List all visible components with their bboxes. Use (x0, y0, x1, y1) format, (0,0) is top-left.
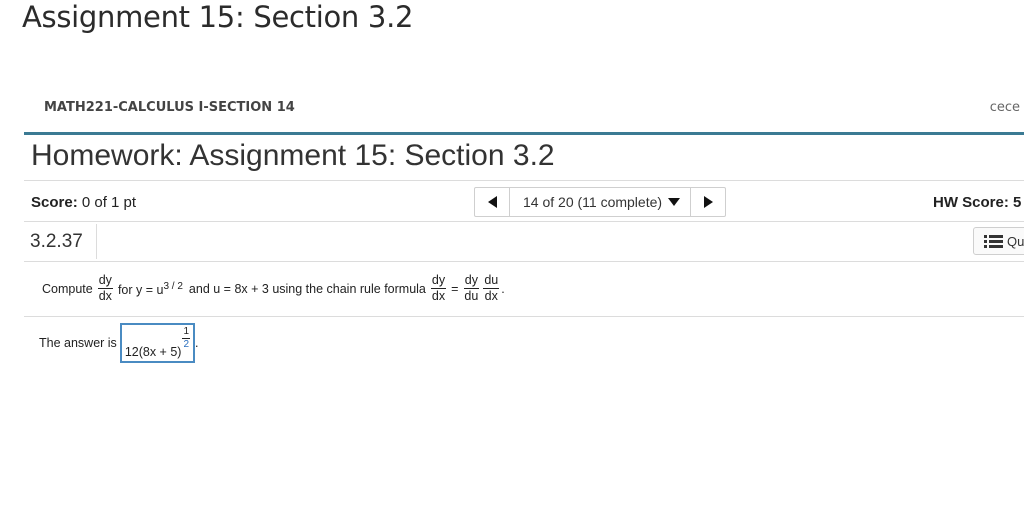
score-label: Score: (31, 194, 78, 211)
answer-expression: 12(8x + 5) (124, 345, 182, 359)
user-name[interactable]: cece (990, 100, 1020, 115)
formula-dy-dx: dy dx (430, 273, 447, 304)
divider (24, 316, 1024, 317)
question-selector-dropdown[interactable]: 14 of 20 (11 complete) (509, 188, 692, 216)
answer-period: . (195, 336, 199, 350)
list-icon (984, 234, 1003, 248)
divider (24, 180, 1024, 181)
exponent-numerator: 1 (182, 326, 191, 339)
triangle-right-icon (703, 196, 713, 208)
frac-numerator: dy (97, 273, 113, 290)
problem-statement: Compute dy dx for y = u3 / 2 and u = 8x … (39, 273, 505, 304)
problem-period: . (501, 281, 505, 296)
hw-score: HW Score: 5 (933, 194, 1022, 211)
frac-denominator: dx (484, 289, 498, 304)
triangle-left-icon (487, 196, 497, 208)
assignment-title: Assignment 15: Section 3.2 (22, 0, 414, 34)
problem-function-y: for y = u3 / 2 (118, 281, 183, 297)
question-number-box: 3.2.37 (24, 224, 97, 259)
answer-row: The answer is 12(8x + 5) 1 2 . (39, 323, 199, 363)
problem-for-y: for y = u (117, 282, 164, 297)
problem-compute: Compute (42, 281, 93, 296)
answer-exponent: 1 2 (182, 326, 191, 350)
homework-title: Homework: Assignment 15: Section 3.2 (31, 139, 555, 172)
frac-numerator: du (483, 273, 500, 290)
answer-input[interactable]: 12(8x + 5) 1 2 (119, 323, 196, 363)
next-question-button[interactable] (691, 188, 725, 216)
previous-question-button[interactable] (475, 188, 509, 216)
frac-denominator: du (464, 289, 479, 304)
question-number: 3.2.37 (30, 231, 83, 252)
problem-function-u: and u = 8x + 3 using the chain rule form… (188, 281, 426, 296)
exponent-y: 3 / 2 (163, 280, 183, 292)
score-value: 0 of 1 pt (81, 194, 137, 211)
header-divider (24, 132, 1024, 135)
exponent-denominator: 2 (183, 339, 190, 350)
frac-denominator: dx (98, 289, 112, 304)
derivative-dy-dx: dy dx (97, 273, 113, 304)
course-name: MATH221-CALCULUS I-SECTION 14 (44, 100, 295, 115)
question-navigator: 14 of 20 (11 complete) (474, 187, 727, 217)
question-list-label: Qu (1007, 233, 1024, 249)
formula-du-dx: du dx (483, 273, 500, 304)
frac-numerator: dy (430, 273, 447, 290)
triangle-down-icon (668, 198, 681, 206)
score: Score: 0 of 1 pt (31, 194, 136, 211)
frac-numerator: dy (463, 273, 479, 290)
frac-denominator: dx (431, 289, 446, 304)
formula-dy-du: dy du (463, 273, 479, 304)
question-position-label: 14 of 20 (11 complete) (523, 194, 663, 210)
question-list-button[interactable]: Qu (973, 227, 1024, 255)
equals-sign: = (451, 281, 459, 296)
divider (24, 221, 1024, 222)
answer-prefix: The answer is (39, 336, 117, 350)
divider (24, 261, 1024, 262)
